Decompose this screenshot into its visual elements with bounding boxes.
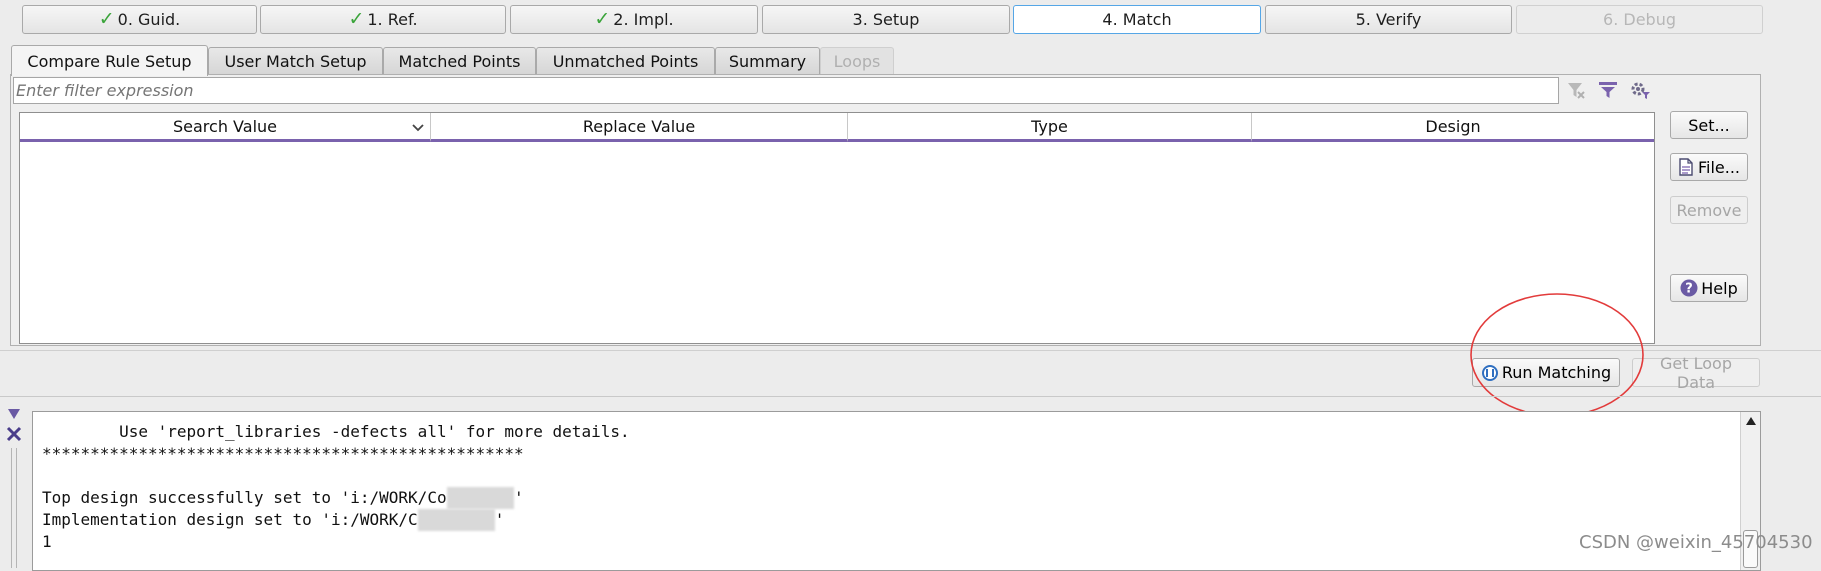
check-icon: ✓ bbox=[348, 8, 365, 30]
step-verify[interactable]: 5. Verify bbox=[1265, 5, 1512, 34]
column-header-design[interactable]: Design bbox=[1252, 113, 1654, 142]
help-button[interactable]: ? Help bbox=[1670, 274, 1748, 302]
tab-summary[interactable]: Summary bbox=[715, 47, 820, 74]
tab-unmatched-points[interactable]: Unmatched Points bbox=[536, 47, 715, 74]
get-loop-data-button: Get Loop Data bbox=[1632, 354, 1760, 392]
console-line: 1 bbox=[42, 532, 52, 551]
watermark: CSDN @weixin_45704530 bbox=[1579, 532, 1813, 553]
help-icon: ? bbox=[1680, 279, 1698, 297]
filter-input[interactable] bbox=[13, 77, 1559, 104]
console-output[interactable]: Use 'report_libraries -defects all' for … bbox=[32, 411, 1761, 571]
dock-handle[interactable] bbox=[11, 448, 17, 568]
tab-user-match-setup[interactable]: User Match Setup bbox=[208, 47, 383, 74]
filter-settings-icon[interactable] bbox=[1629, 79, 1651, 101]
redacted-text: xxxxxxxx bbox=[417, 509, 495, 531]
remove-button: Remove bbox=[1670, 196, 1748, 224]
check-icon: ✓ bbox=[594, 8, 611, 30]
annotation-circle bbox=[1470, 293, 1644, 417]
svg-text:?: ? bbox=[1685, 282, 1693, 297]
console-line: ****************************************… bbox=[42, 444, 524, 463]
chevron-down-icon bbox=[412, 124, 424, 132]
step-match[interactable]: 4. Match bbox=[1013, 5, 1261, 34]
tab-matched-points[interactable]: Matched Points bbox=[383, 47, 536, 74]
tab-loops: Loops bbox=[820, 47, 894, 74]
filter-clear-icon[interactable] bbox=[1566, 80, 1586, 100]
step-setup[interactable]: 3. Setup bbox=[762, 5, 1010, 34]
step-guidance[interactable]: ✓ 0. Guid. bbox=[22, 5, 257, 34]
step-debug: 6. Debug bbox=[1516, 5, 1763, 34]
console-line: Use 'report_libraries -defects all' for … bbox=[42, 422, 630, 441]
column-header-replace-value[interactable]: Replace Value bbox=[431, 113, 848, 142]
column-header-search-value[interactable]: Search Value bbox=[20, 113, 431, 142]
close-icon[interactable] bbox=[6, 426, 22, 442]
check-icon: ✓ bbox=[98, 8, 115, 30]
redacted-text: xxxxxxx bbox=[446, 487, 515, 509]
step-implementation[interactable]: ✓ 2. Impl. bbox=[510, 5, 758, 34]
console-line: Implementation design set to 'i:/WORK/Cx… bbox=[42, 509, 505, 531]
collapse-arrow-icon[interactable] bbox=[7, 408, 21, 420]
tab-compare-rule-setup[interactable]: Compare Rule Setup bbox=[11, 45, 208, 76]
compare-rule-table[interactable]: Search Value Replace Value Type Design bbox=[19, 112, 1655, 344]
console-line: Top design successfully set to 'i:/WORK/… bbox=[42, 487, 524, 509]
column-header-type[interactable]: Type bbox=[848, 113, 1252, 142]
filter-apply-icon[interactable] bbox=[1598, 80, 1618, 100]
set-button[interactable]: Set... bbox=[1670, 111, 1748, 139]
step-reference[interactable]: ✓ 1. Ref. bbox=[260, 5, 506, 34]
splitter[interactable] bbox=[0, 396, 1821, 397]
file-icon bbox=[1679, 158, 1693, 176]
file-button[interactable]: File... bbox=[1670, 153, 1748, 181]
scroll-up-icon[interactable] bbox=[1745, 416, 1757, 426]
